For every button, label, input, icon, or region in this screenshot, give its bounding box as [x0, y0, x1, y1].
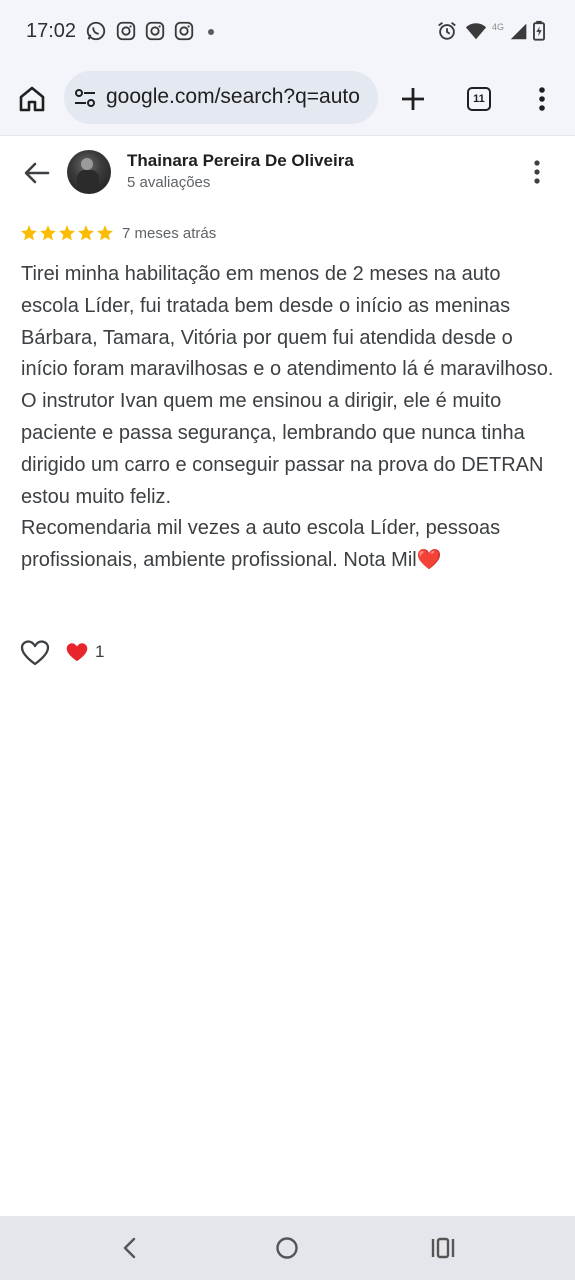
battery-icon: [533, 20, 545, 41]
alarm-icon: [438, 22, 456, 40]
home-icon[interactable]: [17, 84, 47, 114]
star-icon: [78, 225, 94, 241]
star-icon: [97, 225, 113, 241]
star-rating: [20, 224, 114, 244]
review-paragraph: O instrutor Ivan quem me ensinou a dirig…: [21, 390, 544, 508]
whatsapp-icon: [86, 21, 106, 41]
browser-toolbar: google.com/search?q=auto 11: [0, 64, 575, 136]
cell-signal-icon: [510, 23, 527, 40]
reviewer-review-count: 5 avaliações: [127, 174, 211, 191]
nav-recents-icon[interactable]: [429, 1234, 457, 1262]
system-navigation-bar: [0, 1216, 575, 1280]
instagram-icon: [174, 21, 194, 41]
review-more-options-icon[interactable]: [527, 158, 547, 186]
nav-back-icon[interactable]: [116, 1234, 144, 1262]
address-bar[interactable]: google.com/search?q=auto: [64, 71, 378, 124]
tab-switcher-button[interactable]: 11: [467, 87, 491, 111]
more-options-icon[interactable]: [528, 84, 556, 114]
review-paragraph: Recomendaria mil vezes a auto escola Líd…: [21, 517, 501, 572]
reviewer-name[interactable]: Thainara Pereira De Oliveira: [127, 151, 354, 171]
review-text: Tirei minha habilitação em menos de 2 me…: [21, 259, 561, 577]
nav-home-icon[interactable]: [273, 1234, 301, 1262]
tab-count: 11: [473, 93, 485, 105]
url-text[interactable]: google.com/search?q=auto: [106, 85, 374, 109]
status-time: 17:02: [26, 20, 77, 42]
new-tab-icon[interactable]: [398, 84, 428, 114]
network-type: 4G: [492, 22, 505, 32]
heart-outline-icon[interactable]: [20, 638, 50, 668]
instagram-icon: [116, 21, 136, 41]
review-date: 7 meses atrás: [122, 225, 217, 242]
star-icon: [40, 225, 56, 241]
instagram-icon: [145, 21, 165, 41]
review-paragraph: Tirei minha habilitação em menos de 2 me…: [21, 263, 554, 381]
heart-reaction-icon: [66, 643, 88, 662]
status-bar: 17:02 4G: [0, 0, 575, 64]
avatar[interactable]: [67, 150, 111, 194]
back-arrow-icon[interactable]: [22, 158, 52, 188]
reaction-count: 1: [95, 642, 105, 661]
more-notifications-dot: [208, 29, 214, 35]
star-icon: [59, 225, 75, 241]
site-settings-icon[interactable]: [73, 86, 97, 110]
wifi-icon: [465, 23, 487, 40]
star-icon: [21, 225, 37, 241]
